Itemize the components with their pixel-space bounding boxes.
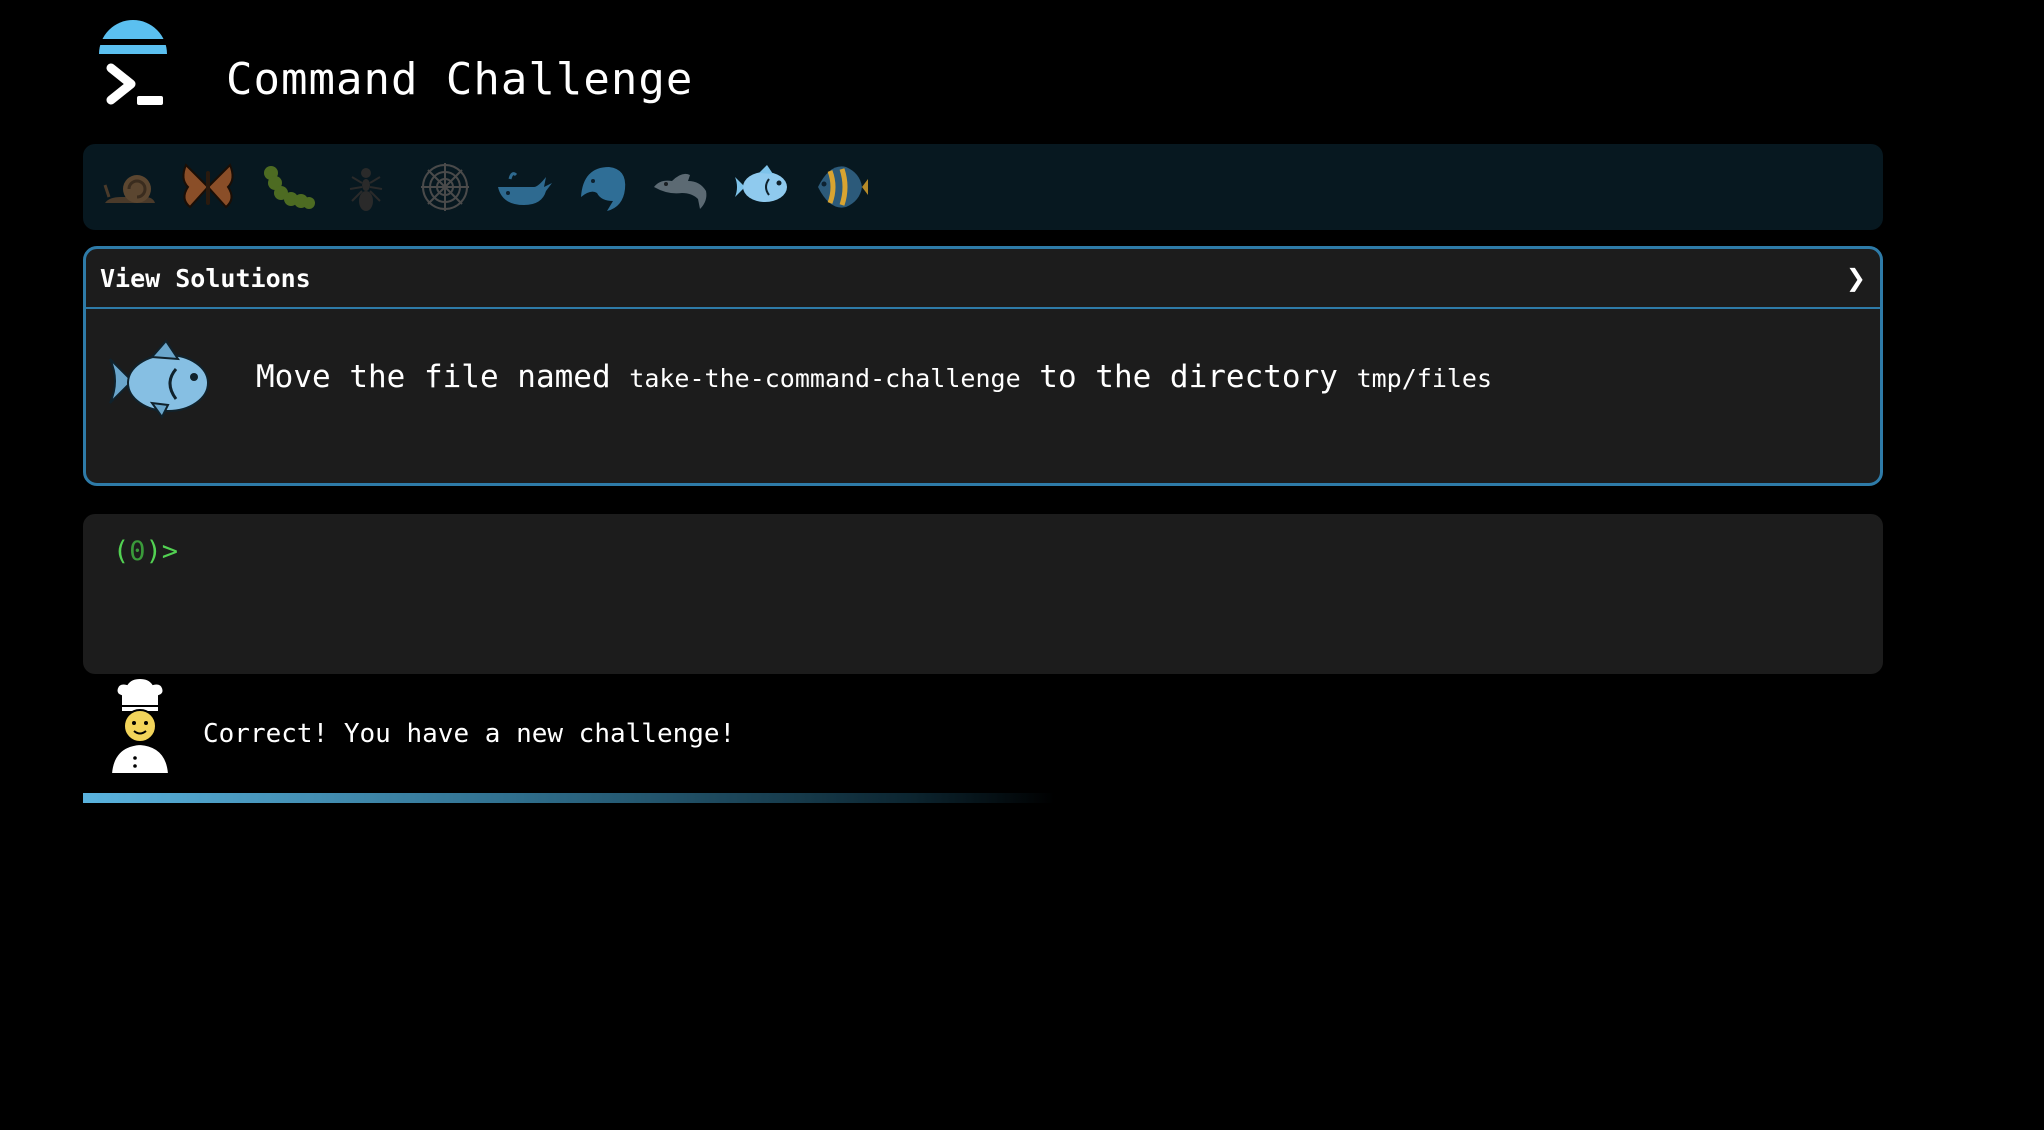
terminal-prompt: (0)> <box>113 536 178 567</box>
level-whale[interactable] <box>492 155 556 219</box>
logo-cap <box>99 20 167 54</box>
fish-icon <box>109 339 209 419</box>
butterfly-icon <box>182 163 234 209</box>
spider-web-icon <box>421 163 469 211</box>
dolphin-icon <box>654 173 707 209</box>
caterpillar-icon <box>264 166 315 209</box>
challenge-description: Move the file named take-the-command-cha… <box>256 359 1492 395</box>
tropical-fish-icon <box>818 166 868 208</box>
view-solutions-label: View Solutions <box>100 263 311 293</box>
level-fish[interactable] <box>729 155 793 219</box>
chef-icon <box>109 678 171 774</box>
snail-icon <box>103 175 155 203</box>
feedback-message: Correct! You have a new challenge! <box>203 719 736 749</box>
view-solutions-toggle[interactable]: View Solutions ❯ <box>86 249 1880 309</box>
challenge-directory: tmp/files <box>1356 364 1493 393</box>
challenge-text-part-1: Move the file named <box>256 359 630 395</box>
level-caterpillar[interactable] <box>255 155 319 219</box>
progress-bar <box>83 793 1163 803</box>
level-tropical-fish[interactable] <box>808 155 872 219</box>
prompt-glyph <box>106 63 163 105</box>
progress-bar-fill <box>83 793 1055 803</box>
level-spider-web[interactable] <box>413 155 477 219</box>
chevron-right-icon[interactable]: ❯ <box>1846 264 1866 292</box>
page: Command Challenge View Solutions ❯ Move … <box>0 0 2044 1130</box>
whale-icon <box>498 172 552 205</box>
challenge-text-part-2: to the directory <box>1020 359 1357 395</box>
feedback: Correct! You have a new challenge! <box>83 676 1083 776</box>
terminal-input[interactable]: (0)> <box>83 514 1883 674</box>
terminal-prompt-icon[interactable] <box>83 20 183 120</box>
page-title: Command Challenge <box>226 54 694 105</box>
prompt-count: 0 <box>129 536 146 567</box>
challenge-panel: View Solutions ❯ Move the file named tak… <box>83 246 1883 486</box>
challenge-body: Move the file named take-the-command-cha… <box>86 309 1880 483</box>
level-dolphin[interactable] <box>650 155 714 219</box>
level-dolphin-jumping[interactable] <box>571 155 635 219</box>
fish-icon <box>735 165 787 202</box>
ant-icon <box>349 168 383 211</box>
level-bar <box>83 144 1883 230</box>
prompt-close: )> <box>145 536 179 567</box>
level-butterfly[interactable] <box>176 155 240 219</box>
level-ant[interactable] <box>334 155 398 219</box>
dolphin-jumping-icon <box>581 167 626 211</box>
challenge-file-name: take-the-command-challenge <box>629 364 1021 393</box>
level-snail[interactable] <box>97 155 161 219</box>
header: Command Challenge <box>83 0 1883 140</box>
prompt-open: ( <box>113 536 130 567</box>
